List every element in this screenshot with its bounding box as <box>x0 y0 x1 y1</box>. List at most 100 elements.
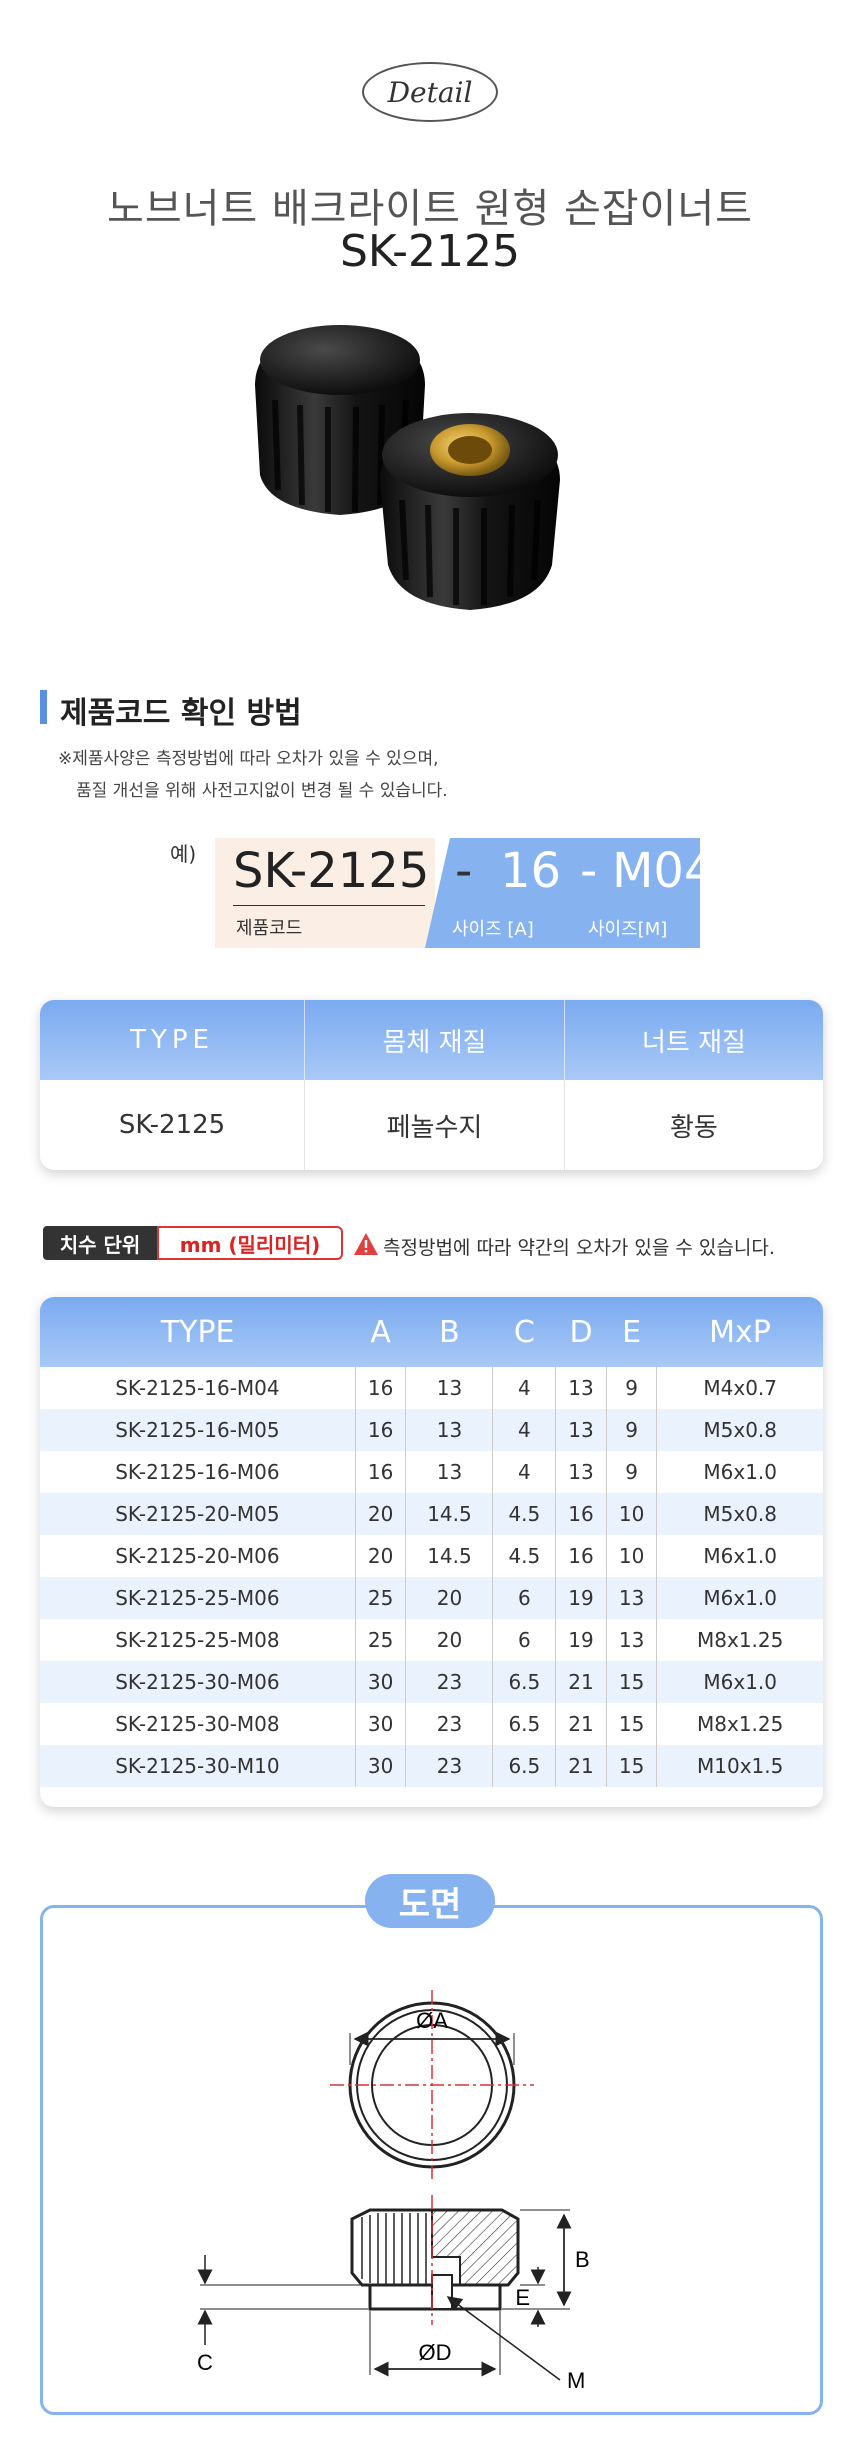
table-cell: 23 <box>405 1703 494 1745</box>
table-cell: 16 <box>555 1535 607 1577</box>
table-cell: SK-2125-16-M05 <box>40 1409 356 1451</box>
table-cell: 15 <box>606 1745 658 1787</box>
dimension-header-e: E <box>606 1297 657 1367</box>
example-label: 예) <box>170 842 197 866</box>
table-cell: 13 <box>405 1451 494 1493</box>
table-row: SK-2125-25-M06 25 20 6 19 13 M6x1.0 <box>40 1577 823 1619</box>
table-cell: M10x1.5 <box>656 1745 823 1787</box>
product-photo <box>255 325 560 610</box>
table-cell: 30 <box>355 1745 407 1787</box>
table-cell: 10 <box>606 1493 658 1535</box>
table-row: SK-2125-16-M06 16 13 4 13 9 M6x1.0 <box>40 1451 823 1493</box>
dimension-header-c: C <box>492 1297 556 1367</box>
code-caption: 제품코드 <box>236 918 303 939</box>
warning-icon <box>354 1233 378 1255</box>
spec-note-line1: ※제품사양은 측정방법에 따라 오차가 있을 수 있으며, <box>58 749 439 769</box>
table-cell: 16 <box>355 1367 407 1409</box>
table-cell: 30 <box>355 1661 407 1703</box>
label-height-b: B <box>575 2247 590 2272</box>
material-cell-body: 페놀수지 <box>304 1080 565 1170</box>
label-m: M <box>567 2368 585 2393</box>
material-cell-type: SK-2125 <box>40 1080 306 1170</box>
material-cell-nut: 황동 <box>670 1112 718 1143</box>
table-cell: 9 <box>606 1367 658 1409</box>
label-diameter-a: ØA <box>416 2008 448 2033</box>
table-cell: 13 <box>405 1409 494 1451</box>
table-row: SK-2125-30-M06 30 23 6.5 21 15 M6x1.0 <box>40 1661 823 1703</box>
label-diameter-d: ØD <box>419 2340 452 2365</box>
material-header-nut: 너트 재질 <box>564 1000 823 1080</box>
thread-caption: 사이즈[M] <box>588 919 668 940</box>
label-e: E <box>515 2285 530 2310</box>
table-cell: M8x1.25 <box>697 1712 784 1736</box>
table-cell: 9 <box>606 1451 658 1493</box>
table-cell: 4.5 <box>492 1493 557 1535</box>
table-cell: 21 <box>555 1745 607 1787</box>
table-cell: SK-2125-30-M10 <box>40 1745 356 1787</box>
table-cell: 15 <box>606 1703 658 1745</box>
table-cell: 16 <box>355 1451 407 1493</box>
table-cell: 25 <box>355 1577 407 1619</box>
table-row: SK-2125-20-M06 20 14.5 4.5 16 10 M6x1.0 <box>40 1535 823 1577</box>
label-c: C <box>197 2350 213 2375</box>
material-table: TYPE 몸체 재질 너트 재질 SK-2125 페놀수지 황동 <box>40 1000 823 1170</box>
dimension-header-a: A <box>355 1297 406 1367</box>
example-code: SK-2125 <box>233 843 430 899</box>
table-cell: 4 <box>492 1451 557 1493</box>
table-cell: SK-2125-25-M08 <box>40 1619 356 1661</box>
table-cell: M6x1.0 <box>656 1661 823 1703</box>
table-cell: 6 <box>492 1619 557 1661</box>
table-cell: 16 <box>555 1493 607 1535</box>
table-cell: 13 <box>555 1367 607 1409</box>
table-cell: 10 <box>606 1535 658 1577</box>
unit-mm: mm (밀리미터) <box>157 1226 343 1260</box>
technical-drawing: ØA B E C ØD M <box>197 1990 590 2393</box>
table-cell: 14.5 <box>405 1493 494 1535</box>
table-cell: SK-2125-25-M06 <box>40 1577 356 1619</box>
table-cell: 9 <box>606 1409 658 1451</box>
table-cell: 4 <box>492 1367 557 1409</box>
table-cell: 19 <box>555 1577 607 1619</box>
table-cell: 20 <box>355 1493 407 1535</box>
table-cell: 20 <box>405 1577 494 1619</box>
table-cell: SK-2125-20-M06 <box>40 1535 356 1577</box>
dimension-header-mxp: MxP <box>656 1297 823 1367</box>
section-title: 제품코드 확인 방법 <box>60 696 302 731</box>
table-cell: 13 <box>606 1577 658 1619</box>
table-cell: 14.5 <box>405 1535 494 1577</box>
unit-badge: 치수 단위 <box>43 1226 157 1260</box>
table-cell: 4 <box>492 1409 557 1451</box>
table-cell: M8x1.25 <box>697 1628 784 1652</box>
table-cell: 21 <box>555 1703 607 1745</box>
table-row: SK-2125-16-M05 16 13 4 13 9 M5x0.8 <box>40 1409 823 1451</box>
table-cell: 4.5 <box>492 1535 557 1577</box>
table-cell: SK-2125-16-M04 <box>40 1367 356 1409</box>
material-header-body: 몸체 재질 <box>304 1000 565 1080</box>
table-cell: 13 <box>405 1367 494 1409</box>
code-dash-1: - <box>455 843 473 899</box>
table-row: SK-2125-30-M10 30 23 6.5 21 15 M10x1.5 <box>40 1745 823 1787</box>
spec-note-line2: 품질 개선을 위해 사전고지없이 변경 될 수 있습니다. <box>76 781 448 801</box>
table-row: SK-2125-30-M08 30 23 6.5 21 15 M8x1.25 <box>40 1703 823 1745</box>
table-cell: M6x1.0 <box>703 1544 777 1568</box>
table-cell: 6.5 <box>492 1745 557 1787</box>
table-cell: 21 <box>555 1661 607 1703</box>
table-cell: 15 <box>606 1661 658 1703</box>
table-cell: 23 <box>405 1661 494 1703</box>
dimension-table: TYPE A B C D E MxP SK-2125-16-M04 16 13 4 13 9 M4x0.… <box>40 1297 823 1807</box>
table-row: SK-2125-20-M05 20 14.5 4.5 16 10 M5x0.8 <box>40 1493 823 1535</box>
table-cell: 25 <box>355 1619 407 1661</box>
table-cell: 20 <box>405 1619 494 1661</box>
unit-warning: 측정방법에 따라 약간의 오차가 있을 수 있습니다. <box>383 1237 775 1259</box>
table-cell: 6.5 <box>492 1703 557 1745</box>
table-cell: 23 <box>405 1745 494 1787</box>
material-header-type: TYPE <box>40 1000 306 1080</box>
table-cell: 13 <box>555 1451 607 1493</box>
code-underline <box>233 905 425 906</box>
table-cell: 16 <box>355 1409 407 1451</box>
table-cell: 6.5 <box>492 1661 557 1703</box>
dimension-header-b: B <box>405 1297 493 1367</box>
table-cell: 13 <box>555 1409 607 1451</box>
example-thread: M04 <box>612 843 715 899</box>
table-cell: M5x0.8 <box>656 1493 823 1535</box>
